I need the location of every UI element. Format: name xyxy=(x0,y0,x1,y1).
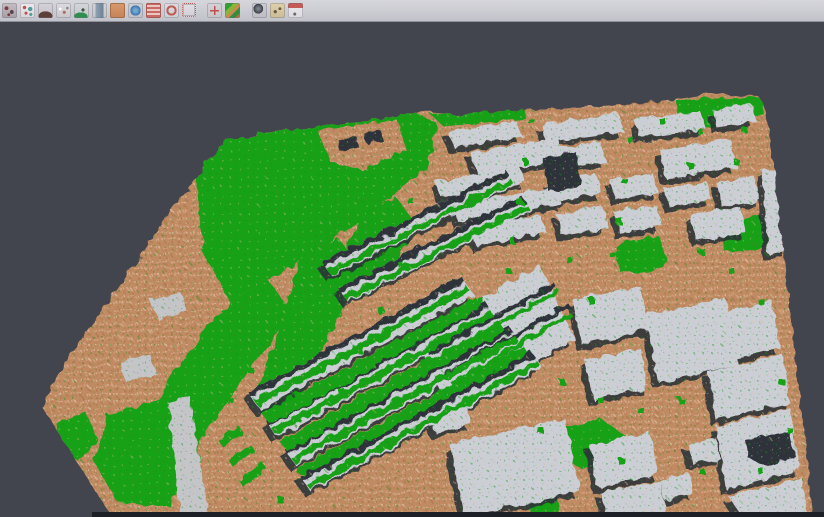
classify-icon[interactable] xyxy=(20,3,35,18)
dem-icon[interactable] xyxy=(74,3,89,18)
window-bottom-strip xyxy=(92,512,824,517)
ortho-image-icon[interactable] xyxy=(110,3,125,18)
measure-icon[interactable] xyxy=(288,3,303,18)
point-cloud-icon[interactable] xyxy=(2,3,17,18)
layers-icon[interactable] xyxy=(146,3,161,18)
scatter-points-icon[interactable] xyxy=(56,3,71,18)
crop-icon[interactable] xyxy=(182,3,196,17)
toolbar xyxy=(0,0,824,22)
texture-icon[interactable] xyxy=(270,3,285,18)
circle-selection-icon[interactable] xyxy=(164,3,179,18)
grid-icon[interactable] xyxy=(207,3,222,18)
viewport-3d[interactable] xyxy=(0,0,824,517)
profile-icon[interactable] xyxy=(92,3,107,18)
classification-map-icon[interactable] xyxy=(225,3,240,18)
terrain-icon[interactable] xyxy=(38,3,53,18)
globe-icon[interactable] xyxy=(128,3,143,18)
sphere-icon[interactable] xyxy=(252,3,267,18)
